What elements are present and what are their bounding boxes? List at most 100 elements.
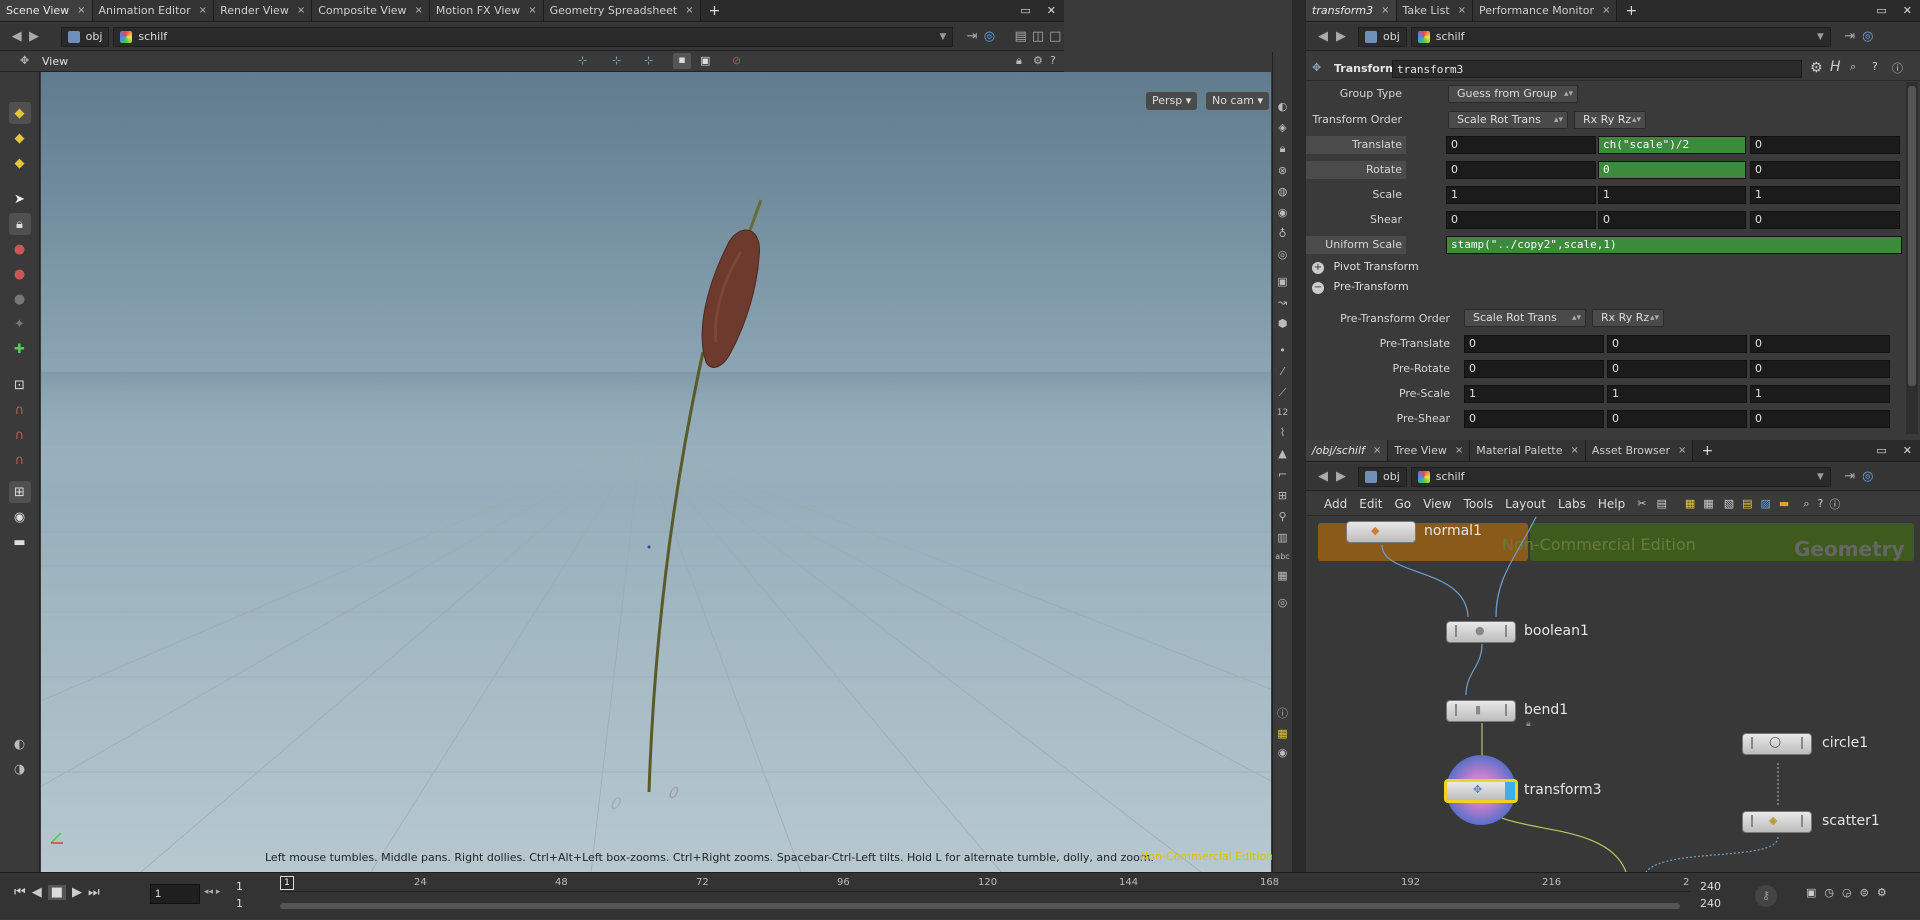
menu-go[interactable]: Go [1394,497,1411,511]
display-icon-15[interactable]: 12 [1273,408,1292,418]
audio-icon[interactable]: ◶ [1842,886,1852,899]
magnet-icon[interactable]: ∩ [9,449,31,471]
add-tab-button[interactable]: + [1693,440,1721,461]
snap-multi-icon[interactable]: ⊹ [644,54,653,67]
display-icon-12[interactable]: • [1273,344,1292,357]
menu-labs[interactable]: Labs [1558,497,1586,511]
close-icon[interactable]: × [199,5,207,16]
scale-y-field[interactable]: 1 [1598,186,1746,204]
layout-toggle-icon[interactable]: ▦ [1273,727,1292,740]
pre-rotate-y-field[interactable]: 0 [1607,360,1747,378]
ghost-icon[interactable]: ▣ [700,54,710,67]
layout-icon[interactable]: ▤ [1012,28,1029,46]
tab-network[interactable]: /obj/schilf × [1306,440,1389,461]
uniform-scale-field[interactable]: stamp("../copy2",scale,1) [1446,236,1902,254]
bottom-tool-icon[interactable]: ◐ [9,733,31,755]
play-icon[interactable]: ▶ [72,885,82,900]
display-icon-20[interactable]: ⚲ [1273,510,1292,523]
step-icons[interactable]: ◂◂ ▸ [204,887,220,897]
breadcrumb-obj[interactable]: obj [1358,26,1407,47]
translate-x-field[interactable]: 0 [1446,136,1596,154]
start-frame-2[interactable]: 1 [236,897,276,910]
time-ruler[interactable]: 1 24 48 72 96 120 144 168 192 216 2 [280,873,1690,920]
display-icon[interactable]: ▪ [673,53,691,69]
display-icon-23[interactable]: ▦ [1273,569,1292,582]
viewport-menu-icon[interactable]: ✥ [20,54,29,67]
shear-z-field[interactable]: 0 [1750,211,1900,229]
pane-close-icon[interactable]: ✕ [1895,0,1920,21]
close-icon[interactable]: × [415,5,423,16]
folder-icon[interactable]: ▬ [1779,497,1789,510]
tab-tree-view[interactable]: Tree View × [1388,440,1471,461]
pin-icon[interactable]: ⇥ [1841,28,1859,46]
display-icon-4[interactable]: ⊗ [1273,164,1292,177]
current-frame-marker[interactable]: 1 [280,876,294,890]
tab-parameters[interactable]: transform3 × [1306,0,1397,21]
search-icon[interactable]: ⌕ [1803,497,1809,511]
end-frame[interactable]: 240 [1700,880,1721,893]
help-icon[interactable]: ? [1872,60,1878,73]
param-scrollbar[interactable] [1906,82,1918,434]
display-icon-10[interactable]: ↝ [1273,296,1292,309]
pre-scale-y-field[interactable]: 1 [1607,385,1747,403]
link-icon[interactable]: ◎ [981,28,998,46]
pin-icon[interactable]: ⇥ [963,28,980,46]
image-icon[interactable]: ▨ [1761,497,1771,510]
breadcrumb-node[interactable]: schilf ▼ [1410,466,1831,487]
paint-tool-icon[interactable]: ● [9,288,31,310]
node-circle1[interactable]: ○ [1742,733,1812,755]
breadcrumb-node[interactable]: schilf ▼ [113,26,954,47]
end-frame-2[interactable]: 240 [1700,897,1721,910]
breadcrumb-obj[interactable]: obj [60,26,110,47]
display-icon-11[interactable]: ⬢ [1273,317,1292,330]
display-icon-22[interactable]: abc [1273,552,1292,561]
close-icon[interactable]: × [1602,5,1610,16]
display-icon-21[interactable]: ▥ [1273,531,1292,544]
node-label[interactable]: scatter1 [1822,813,1880,829]
rotate-y-field[interactable]: 0 [1598,161,1746,179]
network-view[interactable]: Non-Commercial Edition Geometry ◆ normal… [1306,517,1920,872]
ghost-tool-icon[interactable]: ◉ [9,506,31,528]
pre-rot-order-menu[interactable]: Rx Ry Rz ▴▾ [1592,309,1664,327]
pane-close-icon[interactable]: ✕ [1895,440,1920,461]
close-icon[interactable]: × [297,5,305,16]
node-label[interactable]: normal1 [1424,523,1482,539]
pre-scale-z-field[interactable]: 1 [1750,385,1890,403]
snap-curve-icon[interactable]: ∩ [9,399,31,421]
display-icon-6[interactable]: ◉ [1273,206,1292,219]
pane-menu-icon[interactable]: ▭ [1868,440,1894,461]
pre-rotate-x-field[interactable]: 0 [1464,360,1604,378]
close-icon[interactable]: × [1455,445,1463,456]
lock-icon[interactable]: 🔒︎ [1016,54,1022,68]
realtime-icon[interactable]: ◷ [1824,886,1834,899]
timeline-settings-icon[interactable]: ⚙ [1877,886,1887,899]
close-icon[interactable]: × [1571,445,1579,456]
pin-icon[interactable]: ⇥ [1841,468,1859,486]
grid-icon[interactable]: ▦ [1685,497,1695,510]
viewport[interactable]: Persp ▾ No cam ▾ 0 0 [41,72,1271,872]
node-bend1[interactable]: ▮ [1446,700,1516,722]
shear-y-field[interactable]: 0 [1598,211,1746,229]
scale-z-field[interactable]: 1 [1750,186,1900,204]
display-icon-17[interactable]: ▲ [1273,447,1292,460]
pane-close-icon[interactable]: ✕ [1039,0,1064,21]
select-arrow-icon[interactable]: ➤ [9,188,31,210]
node-scatter1[interactable]: ◆ [1742,811,1812,833]
close-icon[interactable]: × [77,5,85,16]
op-name-field[interactable] [1392,60,1802,78]
back-icon[interactable]: ◀ [8,28,25,46]
snap-point-icon[interactable]: ⊹ [612,54,621,67]
gear-icon[interactable]: ⚙ [1810,60,1823,76]
forward-icon[interactable]: ▶ [25,28,42,46]
display-icon-2[interactable]: ◈ [1273,121,1292,134]
display-icon-5[interactable]: ◍ [1273,185,1292,198]
close-icon[interactable]: × [1458,5,1466,16]
back-icon[interactable]: ◀ [1314,468,1332,486]
pre-shear-x-field[interactable]: 0 [1464,410,1604,428]
close-icon[interactable]: × [1381,5,1389,16]
close-icon[interactable]: × [528,5,536,16]
network-icon[interactable]: ▧ [1724,497,1734,510]
pre-shear-z-field[interactable]: 0 [1750,410,1890,428]
display-icon-16[interactable]: ⌇ [1273,426,1292,439]
translate-z-field[interactable]: 0 [1750,136,1900,154]
